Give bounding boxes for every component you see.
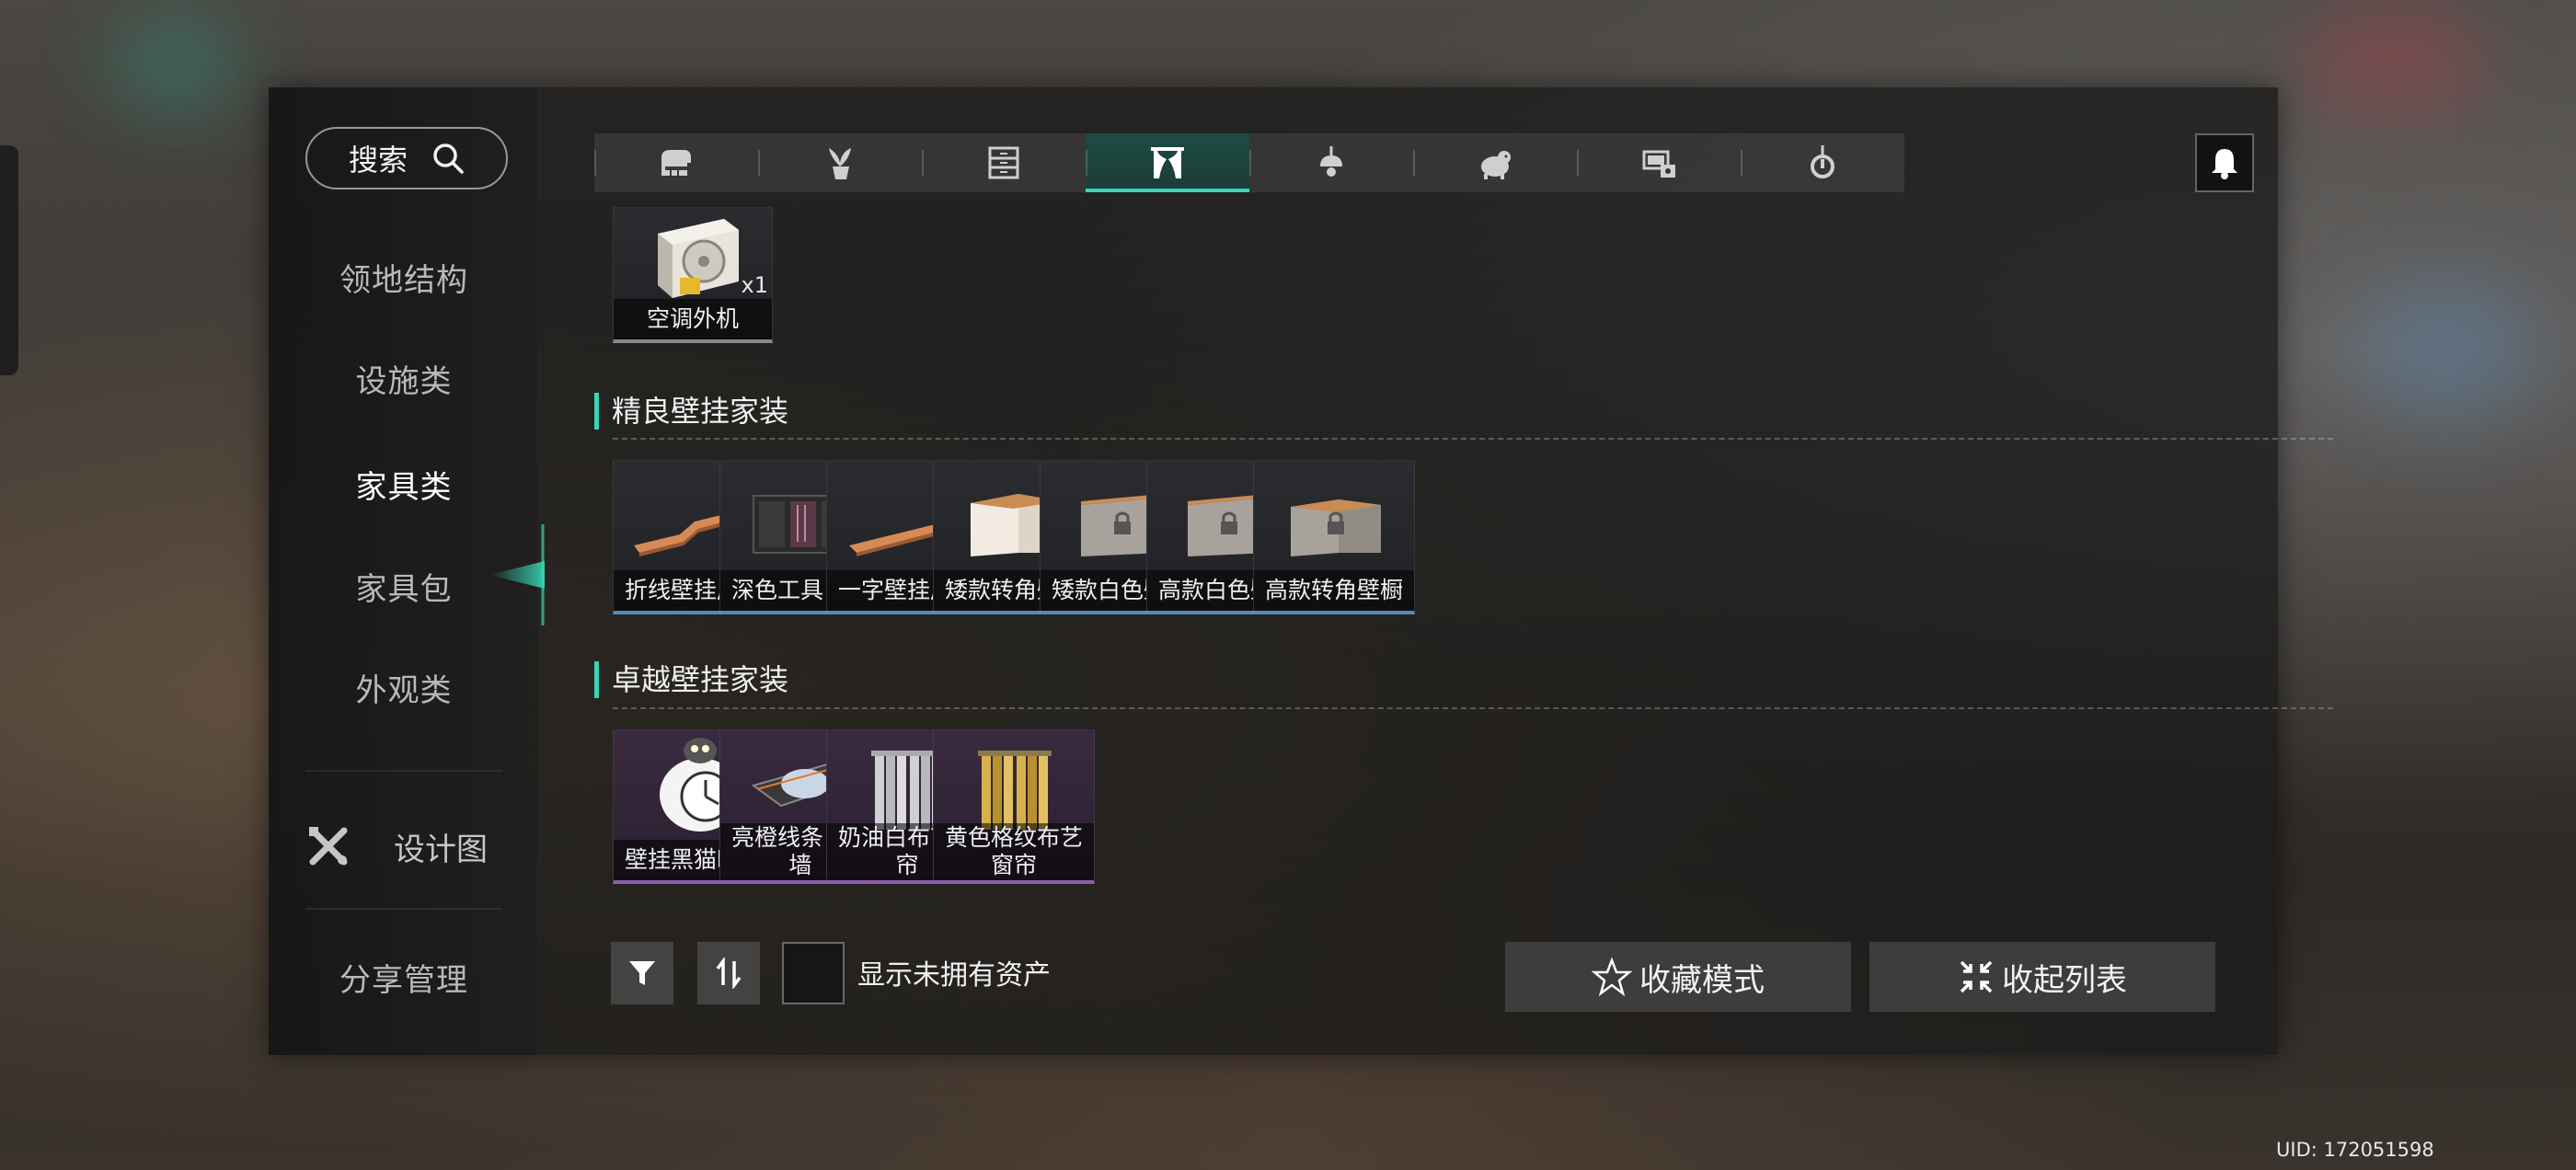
collapse-icon: [1960, 960, 1993, 993]
section-divider: [613, 707, 2333, 709]
uid-label: UID: 172051598: [2276, 1139, 2434, 1161]
tab-lamps[interactable]: [1249, 133, 1413, 192]
sidebar-item-territory-structure[interactable]: 领地结构: [269, 255, 539, 300]
favorite-mode-label: 收藏模式: [1639, 961, 1765, 999]
collapse-list-button[interactable]: 收起列表: [1869, 942, 2215, 1012]
filter-icon: [629, 961, 655, 985]
sort-button[interactable]: [697, 942, 760, 1004]
appliance-icon: [1642, 150, 1675, 178]
tab-wall-decor[interactable]: [1086, 133, 1249, 192]
share-label: 分享管理: [339, 962, 468, 999]
potted-plant-icon: [829, 148, 851, 179]
star-icon: [1592, 957, 1632, 997]
bell-icon: [2212, 149, 2237, 179]
divider: [305, 770, 502, 772]
tab-plants[interactable]: [758, 133, 922, 192]
collapse-list-label: 收起列表: [2002, 961, 2127, 999]
build-panel: 搜索 领地结构 设施类 家具类 家具包 外观类 设计图 分享管理 x1 空调外机…: [269, 87, 2333, 1055]
tab-pendant-lights[interactable]: [1741, 133, 1904, 192]
sidebar-item-label: 家具类: [355, 469, 453, 506]
sidebar-item-facilities[interactable]: 设施类: [269, 356, 539, 401]
section-title: 卓越壁挂家装: [594, 661, 788, 698]
notification-button[interactable]: [2195, 133, 2254, 192]
search-label: 搜索: [348, 143, 408, 178]
sidebar-item-appearance[interactable]: 外观类: [269, 665, 539, 710]
tab-pets[interactable]: [1413, 133, 1577, 192]
item-name: 空调外机: [614, 299, 772, 339]
curtain-icon: [1151, 147, 1184, 178]
search-icon: [433, 143, 464, 174]
furniture-card[interactable]: 黄色格纹布艺窗帘: [933, 729, 1095, 884]
drawer-cabinet-icon: [988, 146, 1019, 179]
sidebar-item-label: 设施类: [355, 363, 453, 400]
tab-piano[interactable]: [594, 133, 758, 192]
section-divider: [613, 438, 2333, 440]
item-name: 高款转角壁橱: [1254, 570, 1414, 611]
sidebar-item-label: 领地结构: [339, 262, 468, 299]
share-management-button[interactable]: 分享管理: [269, 955, 539, 1000]
item-count: x1: [741, 272, 768, 298]
item-name: 黄色格纹布艺窗帘: [934, 823, 1094, 880]
pendant-light-icon: [1811, 145, 1834, 178]
ceiling-lamp-icon: [1320, 146, 1342, 177]
section-title: 精良壁挂家装: [594, 393, 788, 430]
design-tools-icon: [309, 827, 348, 866]
furniture-card[interactable]: x1 空调外机: [613, 207, 773, 343]
sidebar: 搜索 领地结构 设施类 家具类 家具包 外观类 设计图 分享管理: [269, 87, 545, 1055]
background-blur: [2300, 9, 2484, 110]
piano-icon: [661, 150, 691, 176]
sidebar-item-furniture[interactable]: 家具类: [269, 462, 539, 507]
search-button[interactable]: 搜索: [305, 127, 508, 189]
filter-button[interactable]: [611, 942, 673, 1004]
divider: [305, 908, 502, 910]
sort-icon: [716, 958, 742, 989]
background-blur: [110, 18, 239, 110]
background-blur: [2355, 276, 2539, 423]
tab-appliances[interactable]: [1577, 133, 1741, 192]
show-unowned-label: 显示未拥有资产: [857, 959, 1051, 992]
pet-icon: [1481, 151, 1511, 179]
design-blueprint-button[interactable]: 设计图: [305, 814, 508, 878]
furniture-card[interactable]: 高款转角壁橱: [1253, 460, 1415, 614]
show-unowned-checkbox[interactable]: [782, 942, 845, 1004]
left-edge-handle[interactable]: [0, 145, 18, 375]
design-label: 设计图: [394, 831, 488, 868]
sidebar-item-label: 家具包: [355, 571, 453, 608]
favorite-mode-button[interactable]: 收藏模式: [1505, 942, 1851, 1012]
sidebar-item-label: 外观类: [355, 672, 453, 709]
item-thumbnail: [1291, 499, 1381, 556]
active-indicator-glow: [489, 524, 545, 625]
tab-cabinets[interactable]: [922, 133, 1086, 192]
category-tabbar: [594, 133, 1904, 192]
